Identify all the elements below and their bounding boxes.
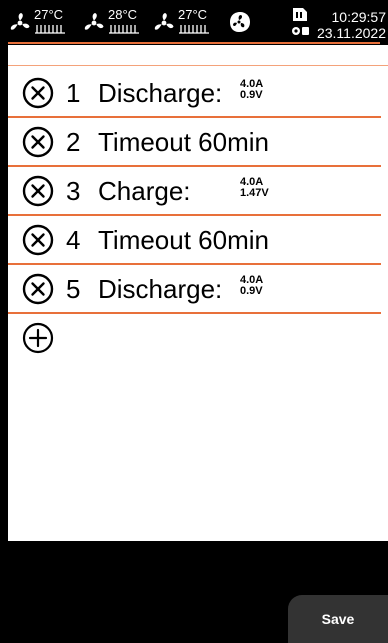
remove-circle-icon[interactable] xyxy=(22,77,54,109)
heater-icon xyxy=(109,25,139,34)
fan-icon xyxy=(154,13,174,30)
step-row[interactable]: 1 Discharge: 4.0A 0.9V xyxy=(8,69,381,118)
temperature-reading: 27°C xyxy=(34,7,64,22)
heater-icon xyxy=(179,25,209,34)
fan-icon xyxy=(84,13,104,30)
step-label: Discharge: xyxy=(98,78,223,108)
remove-circle-icon[interactable] xyxy=(22,126,54,158)
clock: 10:29:57 23.11.2022 xyxy=(314,9,386,41)
temperature-reading: 28°C xyxy=(108,7,138,22)
remove-circle-icon[interactable] xyxy=(22,175,54,207)
step-params: 4.0A 1.47V xyxy=(240,177,269,199)
heater-icon xyxy=(35,25,65,34)
step-number: 5 xyxy=(66,274,81,304)
step-params: 4.0A 0.9V xyxy=(240,275,263,297)
storage-icon xyxy=(292,8,309,35)
step-label: Charge: xyxy=(98,176,191,206)
step-row[interactable]: 5 Discharge: 4.0A 0.9V xyxy=(8,265,381,314)
step-number: 2 xyxy=(66,127,81,157)
fan-icon xyxy=(10,13,30,30)
step-voltage: 0.9V xyxy=(240,89,263,101)
status-bar: 27°C 28°C 27°C 10:29:57 23.11.2022 xyxy=(0,0,388,44)
remove-circle-icon[interactable] xyxy=(22,273,54,305)
date-display: 23.11.2022 xyxy=(316,25,386,41)
step-number: 1 xyxy=(66,78,81,108)
panel-divider xyxy=(8,65,388,66)
time-display: 10:29:57 xyxy=(331,9,387,25)
temperature-reading: 27°C xyxy=(178,7,208,22)
step-number: 4 xyxy=(66,225,81,255)
step-row[interactable]: 2 Timeout 60min xyxy=(8,118,381,167)
step-label: Timeout 60min xyxy=(98,127,269,157)
fan-status-icon xyxy=(230,12,250,32)
step-number: 3 xyxy=(66,176,81,206)
step-params: 4.0A 0.9V xyxy=(240,79,263,101)
step-voltage: 0.9V xyxy=(240,285,263,297)
step-label: Timeout 60min xyxy=(98,225,269,255)
add-circle-icon[interactable] xyxy=(22,322,54,354)
step-voltage: 1.47V xyxy=(240,187,269,199)
step-row[interactable]: 4 Timeout 60min xyxy=(8,216,381,265)
remove-circle-icon[interactable] xyxy=(22,224,54,256)
save-button[interactable]: Save xyxy=(288,595,388,643)
step-label: Discharge: xyxy=(98,274,223,304)
step-row[interactable]: 3 Charge: 4.0A 1.47V xyxy=(8,167,381,216)
status-divider xyxy=(8,42,380,44)
program-steps-panel: 1 Discharge: 4.0A 0.9V 2 Timeout 60min 3… xyxy=(8,45,388,541)
